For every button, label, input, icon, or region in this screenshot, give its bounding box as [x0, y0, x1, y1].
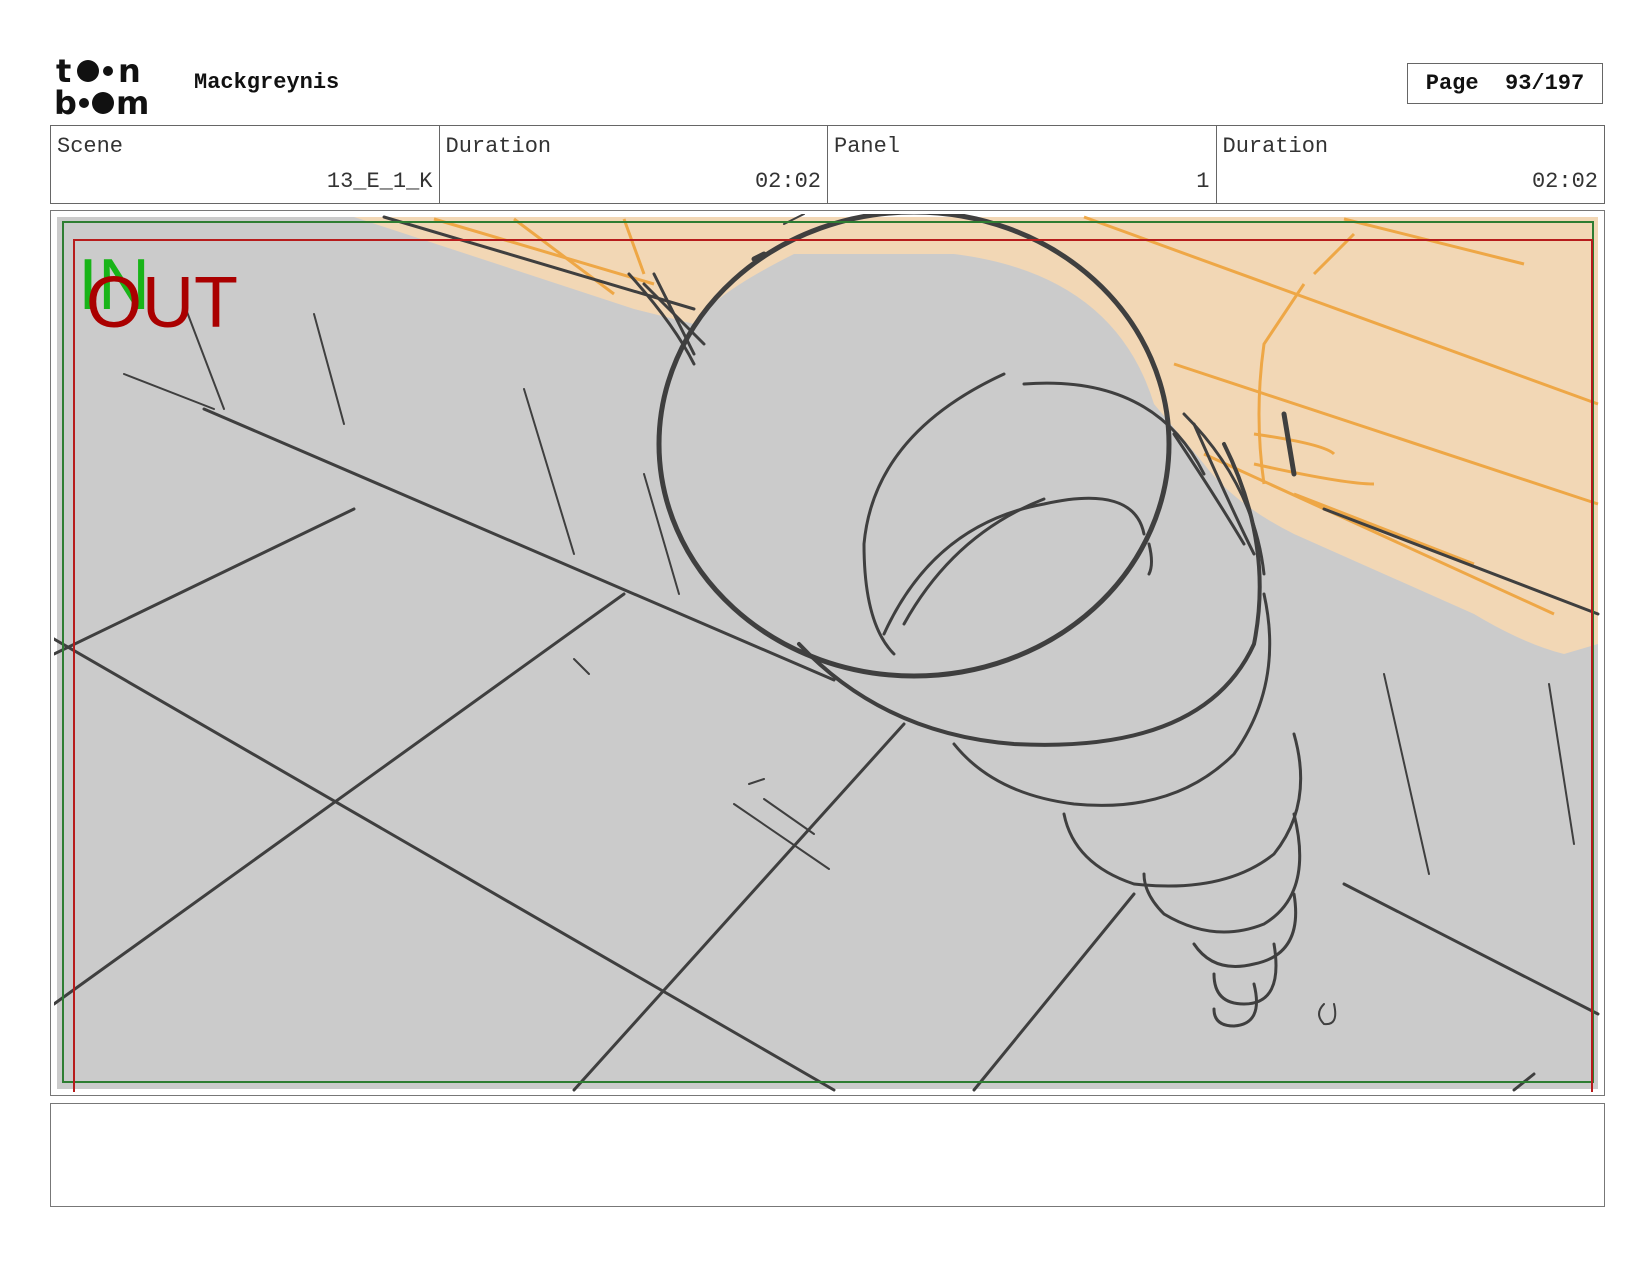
page-label: Page: [1425, 71, 1479, 96]
scene-cell: Scene 13_E_1_K: [51, 126, 440, 203]
scene-value: 13_E_1_K: [326, 169, 433, 194]
scene-duration-label: Duration: [445, 134, 552, 159]
svg-text:b: b: [54, 84, 77, 118]
svg-text:m: m: [116, 84, 149, 118]
scene-duration-value: 02:02: [754, 169, 821, 194]
scene-label: Scene: [57, 134, 124, 159]
storyboard-panel: IN OUT: [50, 210, 1605, 1096]
panel-label: Panel: [834, 134, 901, 159]
out-label: OUT: [86, 263, 238, 343]
panel-notes[interactable]: [50, 1103, 1605, 1207]
panel-duration-cell: Duration 02:02: [1217, 126, 1605, 203]
scene-info-row: Scene 13_E_1_K Duration 02:02 Panel 1 Du…: [50, 125, 1605, 204]
page-number: 93/197: [1505, 71, 1585, 96]
panel-cell: Panel 1: [828, 126, 1217, 203]
panel-drawing: IN OUT: [54, 214, 1601, 1092]
scene-duration-cell: Duration 02:02: [440, 126, 828, 203]
page-indicator: Page 93/197: [1407, 63, 1603, 104]
toon-boom-logo: t n b m: [54, 52, 149, 118]
panel-value: 1: [1196, 169, 1210, 194]
panel-duration-value: 02:02: [1531, 169, 1598, 194]
project-title: Mackgreynis: [194, 70, 340, 95]
panel-duration-label: Duration: [1222, 134, 1329, 159]
